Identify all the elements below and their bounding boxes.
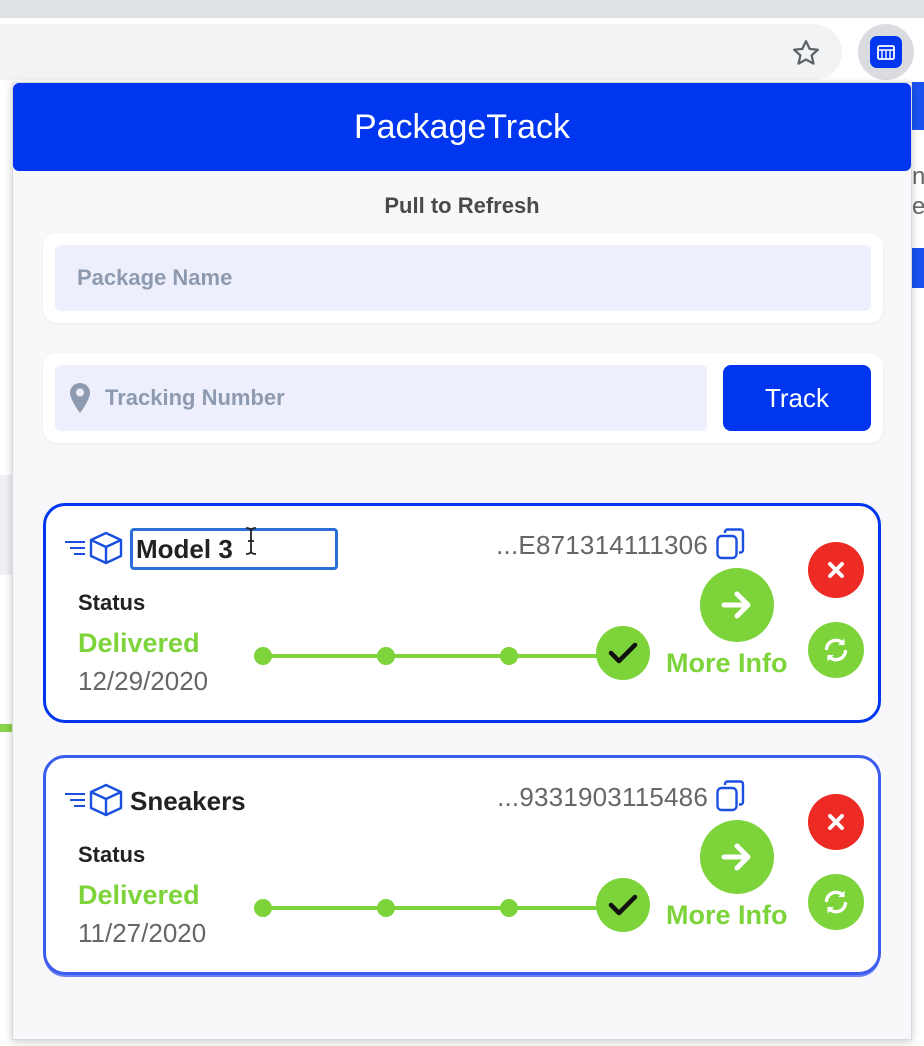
status-value: Delivered [78,628,200,658]
text-cursor-icon [245,527,257,555]
package-name-card: Package Name [43,233,883,323]
menu-icon[interactable] [64,540,86,556]
more-info-button[interactable] [700,820,774,894]
delete-button[interactable] [808,542,864,598]
tracking-number-input[interactable]: Tracking Number [55,365,707,431]
progress-dot [500,647,518,665]
box-icon [89,531,123,565]
more-info-label[interactable]: More Info [666,900,788,931]
progress-dot [254,899,272,917]
more-info-label[interactable]: More Info [666,648,788,679]
background-page-accent [0,724,12,732]
tracking-card: Tracking Number Track [43,353,883,443]
arrow-right-icon [721,591,751,619]
delivered-check [596,626,650,680]
refresh-hint: Pull to Refresh [384,193,540,218]
refresh-icon [824,890,848,914]
arrow-right-icon [721,843,751,871]
refresh-button[interactable] [808,622,864,678]
copy-icon[interactable] [716,528,746,560]
tracking-number-placeholder: Tracking Number [105,385,285,410]
browser-tab-strip [0,0,924,18]
extension-popup: PackageTrack Pull to Refresh Package Nam… [12,82,912,1040]
progress-dot [377,899,395,917]
star-icon[interactable] [786,33,826,73]
package-card: Model 3 ...E871314111306 Status Delivere… [43,503,881,723]
background-page-block [0,475,12,575]
menu-icon[interactable] [64,792,86,808]
status-label: Status [78,842,146,867]
progress-dot [377,647,395,665]
background-page-text: n e [912,163,924,220]
tracking-number: ...E871314111306 [496,530,708,560]
package-name[interactable]: Model 3 [130,528,338,570]
extension-button[interactable] [858,24,914,80]
progress-dot [254,647,272,665]
package-name[interactable]: Sneakers [130,780,246,822]
close-icon [828,814,844,830]
refresh-button[interactable] [808,874,864,930]
delete-button[interactable] [808,794,864,850]
progress-line [266,906,606,910]
extension-icon [870,36,902,68]
status-value: Delivered [78,880,200,910]
refresh-icon [824,638,848,662]
progress-line [266,654,606,658]
package-name-input[interactable]: Package Name [55,245,871,311]
popup-header: PackageTrack [13,83,911,171]
close-icon [828,562,844,578]
package-card: Sneakers ...9331903115486 Status Deliver… [43,755,881,975]
tracking-number: ...9331903115486 [497,782,708,812]
check-icon [608,894,638,916]
location-pin-icon [69,382,91,414]
more-info-button[interactable] [700,568,774,642]
check-icon [608,642,638,664]
progress-dot [500,899,518,917]
copy-icon[interactable] [716,780,746,812]
status-label: Status [78,590,146,615]
status-date: 12/29/2020 [78,666,209,696]
track-button[interactable]: Track [723,365,871,431]
delivered-check [596,878,650,932]
box-icon [89,783,123,817]
status-date: 11/27/2020 [78,918,207,948]
address-bar[interactable] [0,24,842,80]
app-title: PackageTrack [353,107,571,146]
package-name-placeholder: Package Name [77,265,233,290]
